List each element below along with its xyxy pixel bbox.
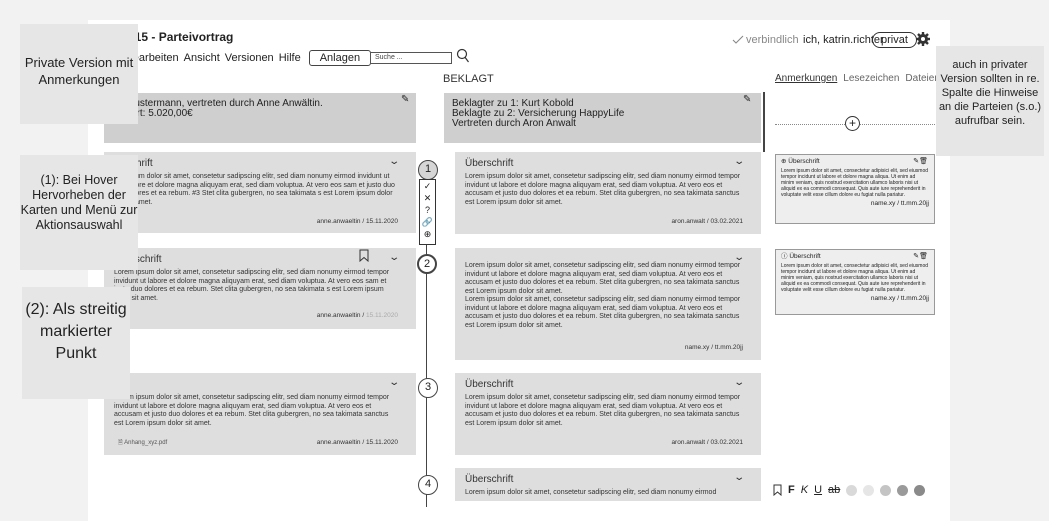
note-heading: ⓘ Überschrift [781,253,821,260]
card-body: Lorem ipsum dolor sit amet, consetetur s… [465,173,741,206]
reply-card[interactable]: ⌄ Lorem ipsum dolor sit amet, consetetur… [455,248,761,360]
reply-card[interactable]: Überschrift ⌄ Lorem ipsum dolor sit amet… [455,373,761,455]
column-label-beklagt: BEKLAGT [443,73,494,85]
edit-delete-icons[interactable]: ✎🗑 [913,158,928,165]
point-marker-1[interactable]: 1 [418,160,438,180]
tab-anmerkungen[interactable]: Anmerkungen [775,73,837,84]
chevron-down-icon[interactable]: ⌄ [733,378,745,388]
action-menu: ✓ ✕ ? 🔗 ⊕ [419,179,436,245]
italic-button[interactable]: K [801,484,808,496]
note-body: Lorem ipsum dolor sit amet, consectetur … [781,263,929,293]
strike-button[interactable]: ab [828,484,840,496]
attachment-link[interactable]: 🗎 Anhang_xyz.pdf [118,438,167,448]
tab-dateien[interactable]: Dateien [905,73,939,84]
verbindlich-label: verbindlich [746,34,799,46]
tab-lesezeichen[interactable]: Lesezeichen [843,73,899,84]
chevron-down-icon[interactable]: ⌄ [733,473,745,483]
gear-icon[interactable] [915,31,931,47]
note-heading-text: Überschrift [788,158,820,165]
color-dot-2[interactable] [863,484,875,496]
underline-button[interactable]: U [814,484,822,496]
check-action-icon[interactable]: ✓ [420,180,435,192]
card-footer: anne.anwaeltin / 15.11.2020 [316,218,398,225]
card-paragraph: Lorem ipsum dolor sit amet, consetetur s… [465,262,741,295]
color-dot-5[interactable] [914,484,926,496]
pencil-icon[interactable]: ✎ [401,94,409,105]
card-heading: Überschrift [465,474,514,485]
claim-card[interactable]: schrift ⌄ ipsum dolor sit amet, consetet… [104,152,416,233]
question-action-icon[interactable]: ? [420,204,435,216]
card-footer: aron.anwalt / 03.02.2021 [671,218,743,225]
note-heading-text: Überschrift [789,253,821,260]
menu-item-ansicht[interactable]: Ansicht [184,52,220,64]
note-body: Lorem ipsum dolor sit amet, consectetur … [781,168,929,198]
color-dot-1[interactable] [846,484,858,496]
chevron-down-icon[interactable]: ⌄ [388,157,400,167]
claim-card[interactable]: erschrift ⌄ Lorem ipsum dolor sit amet, … [104,248,416,329]
annotation-hover: (1): Bei Hover Hervorheben der Karten un… [20,155,138,270]
card-date: 15.11.2020 [365,312,398,319]
card-body: Lorem ipsum dolor sit amet, consetetur s… [465,489,717,496]
format-toolbar: F K U ab [773,484,926,496]
menu-bar: i Bearbeiten Ansicht Versionen Hilfe Anl… [118,50,372,66]
party-info-line: Vertreten durch Aron Anwalt [452,118,576,129]
color-dot-3[interactable] [880,484,892,496]
bookmark-icon[interactable] [773,484,782,496]
party-info-line: vert: 5.020,00€ [126,108,193,119]
chevron-down-icon[interactable]: ⌄ [388,253,400,263]
attachment-name: Anhang_xyz.pdf [124,440,168,446]
paperclip-icon: 🗎 [118,440,123,446]
note-signature: name.xy / tt.mm.20jj [870,295,929,302]
search-input[interactable]: Suche ... [370,52,452,64]
reply-card[interactable]: Überschrift ⌄ Lorem ipsum dolor sit amet… [455,468,761,501]
scrollbar[interactable] [763,92,765,152]
card-paragraph: Lorem ipsum dolor sit amet, consetetur s… [465,296,741,329]
privat-toggle[interactable]: privat [872,32,917,48]
card-body: Lorem ipsum dolor sit amet, consetetur s… [465,394,741,427]
search-icon[interactable] [456,48,470,64]
card-heading: Überschrift [465,379,514,390]
card-footer: anne.anwaeltin / 15.11.2020 [317,312,398,321]
card-body: Lorem ipsum dolor sit amet, consetetur s… [465,262,743,330]
chevron-down-icon[interactable]: ⌄ [733,157,745,167]
card-footer: aron.anwalt / 03.02.2021 [671,439,743,446]
card-body: Lorem ipsum dolor sit amet, consetetur s… [114,394,390,427]
bold-button[interactable]: F [788,484,795,496]
verbindlich-toggle[interactable]: verbindlich [732,34,799,46]
reply-card[interactable]: Überschrift ⌄ Lorem ipsum dolor sit amet… [455,152,761,234]
note-card[interactable]: ⊕ Überschrift ✎🗑 Lorem ipsum dolor sit a… [775,154,935,224]
bookmark-icon[interactable] [359,249,369,262]
edit-delete-icons[interactable]: ✎🗑 [913,253,928,260]
color-dots [846,484,926,496]
anlagen-button[interactable]: Anlagen [308,50,372,66]
menu-item-versionen[interactable]: Versionen [225,52,274,64]
close-action-icon[interactable]: ✕ [420,192,435,204]
card-footer: anne.anwaeltin / 15.11.2020 [316,439,398,446]
card-heading: Überschrift [465,158,514,169]
party-info-right: Beklagter zu 1: Kurt Kobold Beklagte zu … [444,93,761,143]
card-footer: name.xy / tt.mm.20jj [684,344,743,351]
point-marker-4[interactable]: 4 [418,475,438,495]
check-icon [732,35,744,44]
note-card[interactable]: ⓘ Überschrift ✎🗑 Lorem ipsum dolor sit a… [775,249,935,315]
chevron-down-icon[interactable]: ⌄ [388,378,400,388]
comment-action-icon[interactable]: ⊕ [420,228,435,240]
annotation-private: Private Version mit Anmerkungen [20,24,138,124]
point-marker-2[interactable]: 2 [417,254,437,274]
note-signature: name.xy / tt.mm.20jj [870,200,929,207]
color-dot-4[interactable] [897,484,909,496]
card-body: Lorem ipsum dolor sit amet, consetetur s… [114,269,390,302]
link-action-icon[interactable]: 🔗 [420,216,435,228]
note-heading: ⊕ Überschrift [781,158,820,165]
card-body: ipsum dolor sit amet, consetetur sadipsc… [126,173,395,206]
sidebar-tabs: Anmerkungen Lesezeichen Dateien [775,73,940,84]
menu-item-hilfe[interactable]: Hilfe [279,52,301,64]
pencil-icon[interactable]: ✎ [743,94,751,105]
party-info-left: Mustermann, vertreten durch Anne Anwälti… [104,93,416,143]
add-note-button[interactable]: + [845,116,860,131]
point-marker-3[interactable]: 3 [418,378,438,398]
card-author: anne.anwaeltin / [316,312,365,319]
annotation-disputed: (2): Als streitig markierter Punkt [22,287,130,399]
annotation-right-column: auch in privater Version sollten in re. … [936,46,1044,156]
